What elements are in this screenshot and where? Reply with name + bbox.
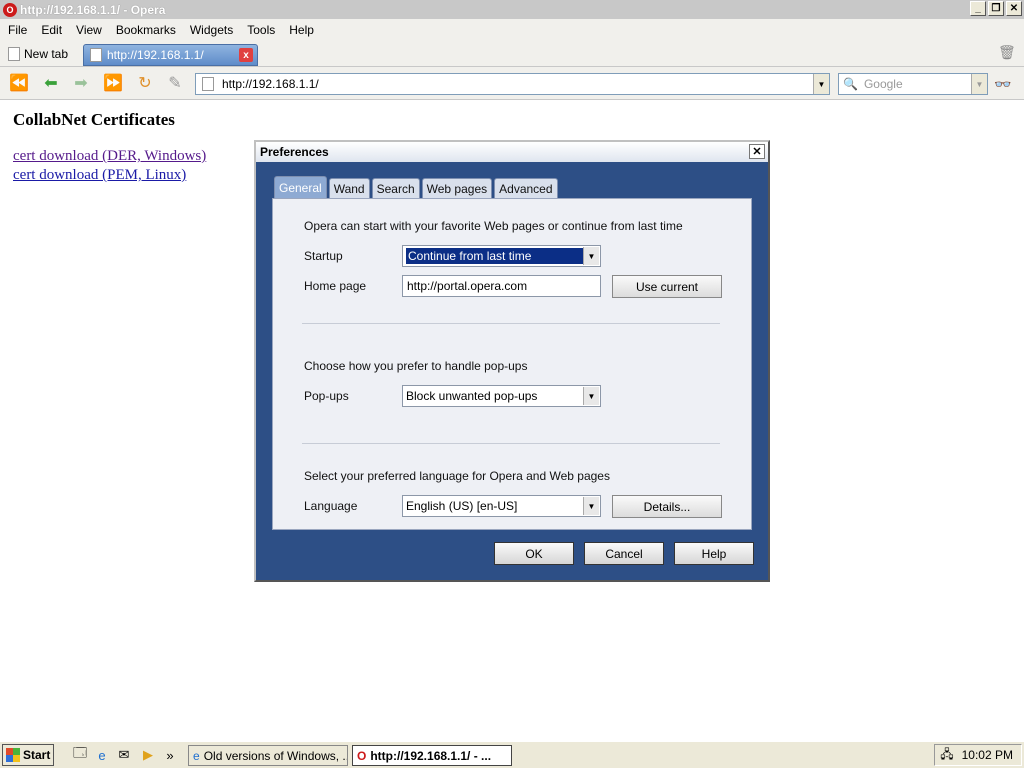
general-panel: Opera can start with your favorite Web p… xyxy=(272,198,752,530)
help-button[interactable]: Help xyxy=(674,542,754,565)
home-page-value: http://portal.opera.com xyxy=(407,279,528,293)
menu-help[interactable]: Help xyxy=(281,23,320,37)
rewind-icon[interactable]: ⏪ xyxy=(8,74,30,92)
search-input[interactable]: 🔍 Google ▼ xyxy=(838,73,988,95)
home-page-label: Home page xyxy=(304,279,367,293)
new-tab-label: New tab xyxy=(24,47,69,61)
address-bar[interactable]: http://192.168.1.1/ ▼ xyxy=(195,73,830,95)
show-desktop-icon[interactable]: 🗔 xyxy=(72,745,88,763)
tab-general[interactable]: General xyxy=(274,176,327,198)
network-icon[interactable]: 🖧 xyxy=(940,745,953,766)
more-chevron-icon[interactable]: » xyxy=(162,747,178,763)
popups-select[interactable]: Block unwanted pop-ups ▼ xyxy=(402,385,601,407)
taskbar-task-ie[interactable]: e Old versions of Windows, ... xyxy=(188,745,348,766)
tab-advanced[interactable]: Advanced xyxy=(494,178,558,198)
tab-label: http://192.168.1.1/ xyxy=(107,48,204,62)
tab-web-pages[interactable]: Web pages xyxy=(421,178,493,198)
system-tray: 🖧 10:02 PM xyxy=(934,744,1022,766)
chevron-down-icon[interactable]: ▼ xyxy=(583,247,599,265)
close-window-button[interactable]: ✕ xyxy=(1006,1,1022,16)
divider xyxy=(302,323,720,324)
restore-button[interactable]: ❐ xyxy=(988,1,1004,16)
media-player-icon[interactable]: ▶ xyxy=(140,747,156,763)
dialog-titlebar: Preferences ✕ xyxy=(256,142,768,162)
new-tab-button[interactable]: New tab xyxy=(8,44,68,64)
window-title: http://192.168.1.1/ - Opera xyxy=(20,2,166,17)
tab-search[interactable]: Search xyxy=(371,178,420,198)
preferences-dialog: Preferences ✕ General Wand Search Web pa… xyxy=(254,140,770,582)
navigation-bar: ⏪ ⬅ ➡ ⏩ ↻ ✎ http://192.168.1.1/ ▼ 🔍 Goog… xyxy=(0,67,1024,100)
address-url: http://192.168.1.1/ xyxy=(222,77,319,91)
window-titlebar: O http://192.168.1.1/ - Opera _ ❐ ✕ xyxy=(0,0,1024,19)
menu-edit[interactable]: Edit xyxy=(33,23,68,37)
close-tab-icon[interactable]: x xyxy=(239,48,253,62)
home-page-field[interactable]: http://portal.opera.com xyxy=(402,275,601,297)
chevron-down-icon[interactable]: ▼ xyxy=(813,74,829,94)
taskbar: Start 🗔 e ✉ ▶ » e Old versions of Window… xyxy=(0,741,1024,768)
page-icon xyxy=(90,48,102,62)
divider xyxy=(302,443,720,444)
outlook-icon[interactable]: ✉ xyxy=(116,747,132,763)
internet-explorer-icon[interactable]: e xyxy=(94,747,110,763)
use-current-button[interactable]: Use current xyxy=(612,275,722,298)
details-button[interactable]: Details... xyxy=(612,495,722,518)
link-cert-pem[interactable]: cert download (PEM, Linux) xyxy=(13,167,186,184)
windows-logo-icon xyxy=(6,748,20,762)
page-icon xyxy=(202,77,214,91)
glasses-icon[interactable]: 👓 xyxy=(994,76,1011,93)
back-icon[interactable]: ⬅ xyxy=(40,74,62,92)
language-value: English (US) [en-US] xyxy=(406,499,518,513)
fast-forward-icon[interactable]: ⏩ xyxy=(102,74,124,92)
forward-icon[interactable]: ➡ xyxy=(70,74,92,92)
startup-value: Continue from last time xyxy=(406,248,584,264)
opera-logo-icon: O xyxy=(3,2,17,17)
start-button[interactable]: Start xyxy=(2,744,54,766)
language-intro: Select your preferred language for Opera… xyxy=(304,469,610,483)
search-placeholder: Google xyxy=(863,77,903,91)
menu-bookmarks[interactable]: Bookmarks xyxy=(108,23,182,37)
menu-view[interactable]: View xyxy=(68,23,108,37)
page-icon xyxy=(8,47,20,61)
start-label: Start xyxy=(23,748,51,762)
minimize-button[interactable]: _ xyxy=(970,1,986,16)
browser-tab-active[interactable]: http://192.168.1.1/ x xyxy=(83,44,258,66)
language-label: Language xyxy=(304,499,358,513)
clock: 10:02 PM xyxy=(961,748,1013,762)
search-icon: 🔍 xyxy=(843,77,858,91)
startup-label: Startup xyxy=(304,249,343,263)
menu-file[interactable]: File xyxy=(0,23,33,37)
menu-bar: File Edit View Bookmarks Widgets Tools H… xyxy=(0,19,1024,41)
close-icon[interactable]: ✕ xyxy=(749,144,765,159)
tab-bar: New tab http://192.168.1.1/ x 🗑 xyxy=(0,41,1024,67)
startup-intro: Opera can start with your favorite Web p… xyxy=(304,219,683,233)
task-label: http://192.168.1.1/ - ... xyxy=(370,748,492,763)
popups-value: Block unwanted pop-ups xyxy=(406,389,538,403)
link-cert-der[interactable]: cert download (DER, Windows) xyxy=(13,148,206,165)
edit-icon[interactable]: ✎ xyxy=(164,74,186,92)
task-label: Old versions of Windows, ... xyxy=(203,748,348,763)
taskbar-task-opera[interactable]: O http://192.168.1.1/ - ... xyxy=(352,745,512,766)
reload-icon[interactable]: ↻ xyxy=(134,74,156,92)
window-controls: _ ❐ ✕ xyxy=(970,1,1022,16)
opera-icon: O xyxy=(357,748,367,763)
menu-widgets[interactable]: Widgets xyxy=(182,23,239,37)
trash-icon[interactable]: 🗑 xyxy=(998,44,1016,60)
tab-wand[interactable]: Wand xyxy=(328,178,370,198)
popups-intro: Choose how you prefer to handle pop-ups xyxy=(304,359,528,373)
chevron-down-icon[interactable]: ▼ xyxy=(583,387,599,405)
dialog-title: Preferences xyxy=(260,145,329,159)
page-heading: CollabNet Certificates xyxy=(13,110,175,129)
language-select[interactable]: English (US) [en-US] ▼ xyxy=(402,495,601,517)
search-engine-dropdown[interactable]: ▼ xyxy=(971,74,987,94)
chevron-down-icon[interactable]: ▼ xyxy=(583,497,599,515)
menu-tools[interactable]: Tools xyxy=(239,23,281,37)
popups-label: Pop-ups xyxy=(304,389,349,403)
startup-select[interactable]: Continue from last time ▼ xyxy=(402,245,601,267)
cancel-button[interactable]: Cancel xyxy=(584,542,664,565)
ie-icon: e xyxy=(193,748,200,763)
ok-button[interactable]: OK xyxy=(494,542,574,565)
dialog-tabs: General Wand Search Web pages Advanced xyxy=(274,176,558,198)
